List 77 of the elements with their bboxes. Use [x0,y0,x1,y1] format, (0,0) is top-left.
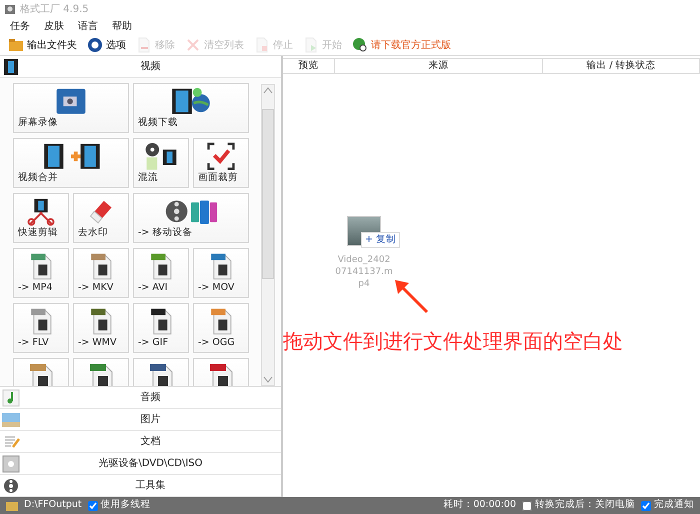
folder-icon [8,37,24,53]
category-header[interactable]: 视频 [0,56,281,78]
file-icon [28,362,54,386]
film-plus-film-icon [41,142,101,171]
checkbox-label: 转换完成后：关闭电脑 [535,498,635,512]
annotation-text: 拖动文件到进行文件处理界面的空白处 [283,328,623,355]
toolbar-button[interactable]: 输出文件夹 [6,37,79,53]
column-header[interactable]: 来源 [335,59,543,73]
menu-item[interactable]: 帮助 [112,19,132,34]
category-header[interactable]: 图片 [0,409,281,431]
scroll-down-icon [262,375,274,385]
download-link[interactable]: 请下载官方正式版 [350,37,453,53]
tool-tile[interactable]: -> MKV [73,248,129,298]
column-header[interactable]: 预览 [283,59,335,73]
arrow-icon [393,278,429,314]
checkbox-label: 完成通知 [654,498,694,512]
tool-tile[interactable]: 快速剪辑 [13,193,69,243]
file-icon [148,307,174,336]
tool-tile[interactable]: -> MP4 [13,248,69,298]
film-icon [2,58,20,76]
category-header[interactable]: 文档 [0,431,281,453]
menu-item[interactable]: 语言 [78,19,98,34]
file-minus-icon [136,37,152,53]
window-title: 格式工厂 4.9.5 [20,2,89,16]
tool-tile[interactable]: -> FLV [13,303,69,353]
tool-tile[interactable]: 视频合并 [13,138,129,188]
landscape-icon [2,410,20,428]
file-icon [148,362,174,386]
tool-tile[interactable]: -> GIF [133,303,189,353]
toolbar-button[interactable]: 选项 [85,37,128,53]
category-header[interactable]: 音频 [0,387,281,409]
reel-icon [2,476,20,494]
tool-tile[interactable]: -> OGG [193,303,249,353]
tool-tile[interactable]: 去水印 [73,193,129,243]
file-play-icon [303,37,319,53]
file-stop-icon [254,37,270,53]
film-scissors-icon [26,197,56,226]
disc-drive-icon [2,454,20,472]
file-icon [88,307,114,336]
tool-tile[interactable]: 屏幕录像 [13,83,129,133]
tool-tile[interactable]: 视频下载 [133,83,249,133]
tool-tile[interactable]: 混流 [133,138,189,188]
menu-item[interactable]: 任务 [10,19,30,34]
tool-tile[interactable]: -> AVI [133,248,189,298]
file-name: Video_2402 07141137.m p4 [335,254,393,290]
tool-tile[interactable]: -> WMV [73,303,129,353]
file-icon [88,362,114,386]
cross-icon [185,37,201,53]
file-icon [208,362,234,386]
scroll-up-icon [262,85,274,95]
file-icon [208,307,234,336]
checkbox[interactable] [641,500,651,510]
tool-tile[interactable]: 画面裁剪 [193,138,249,188]
output-path: D:\FFOutput [24,498,82,512]
copy-tooltip: + 复制 [361,232,400,248]
file-icon [28,252,54,281]
checkbox-label: 使用多线程 [100,498,151,512]
folder-icon [6,500,18,510]
file-icon [28,307,54,336]
checkbox[interactable] [88,500,98,510]
category-header[interactable]: 工具集 [0,475,281,497]
music-note-icon [2,388,20,406]
category-header[interactable]: 光驱设备\DVD\CD\ISO [0,453,281,475]
elapsed-time: 耗时：00:00:00 [443,498,516,512]
checkbox[interactable] [522,500,532,510]
camera-screen-icon [54,87,88,116]
menu-item[interactable]: 皮肤 [44,19,64,34]
crop-check-icon [206,142,236,171]
file-icon [208,252,234,281]
tool-tile[interactable]: -> MOV [193,248,249,298]
reel-film-icon [144,142,178,171]
app-logo-icon [4,3,16,15]
column-header[interactable]: 输出 / 转换状态 [543,59,700,73]
scrollbar[interactable] [261,84,275,386]
file-icon [88,252,114,281]
file-icon [148,252,174,281]
tool-tile[interactable]: -> 移动设备 [133,193,249,243]
